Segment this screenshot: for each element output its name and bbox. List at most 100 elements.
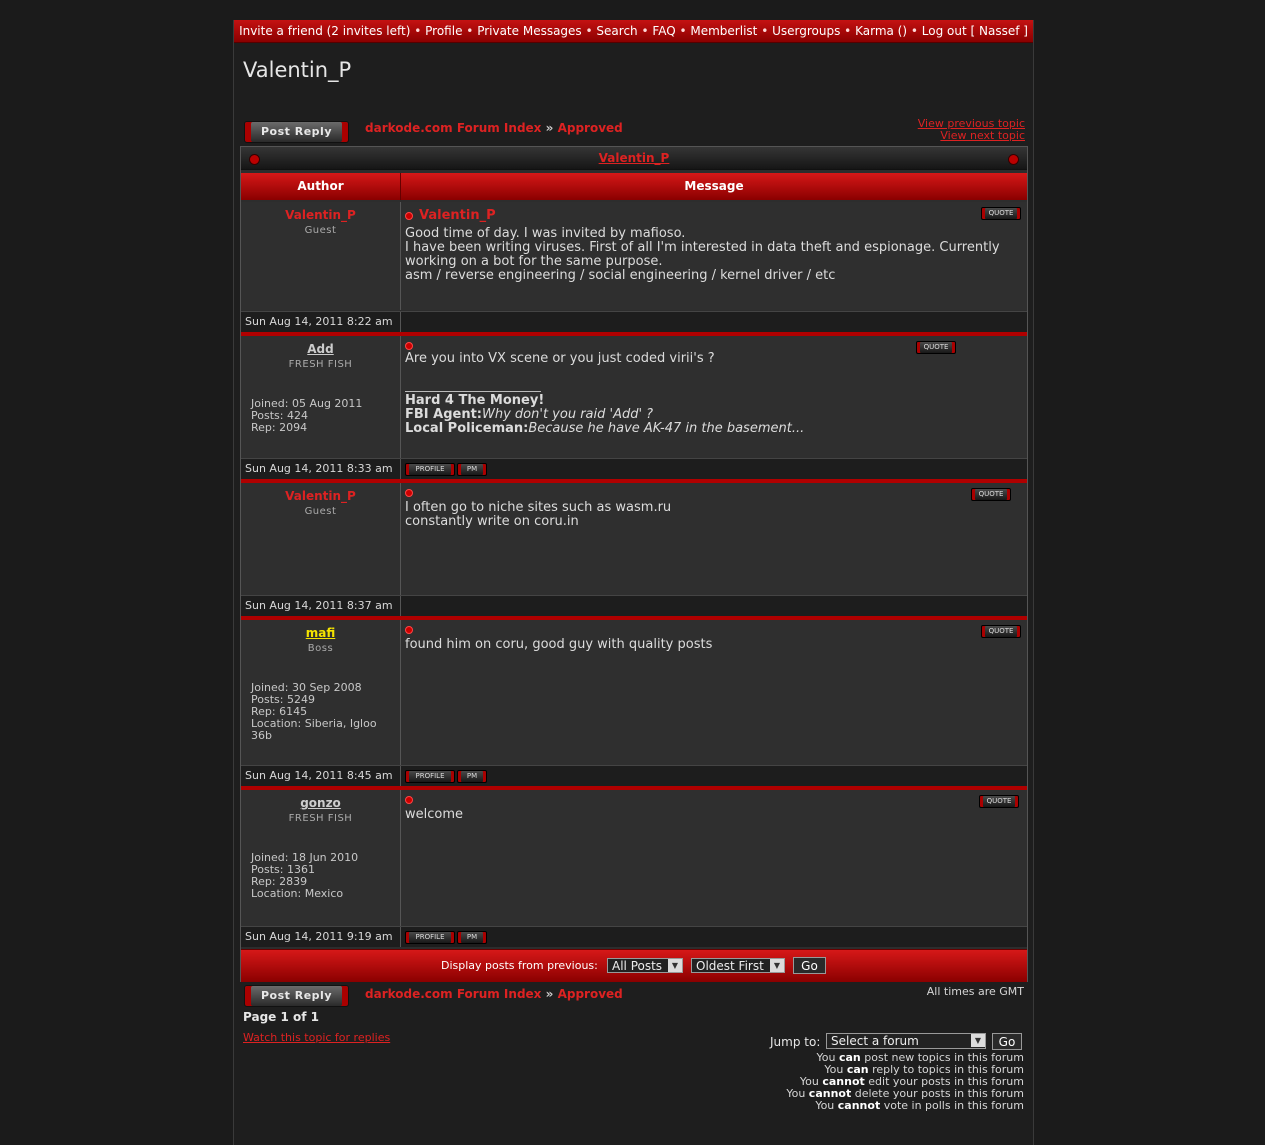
author-column-header: Author [241,173,401,200]
post-author-rank: Guest [304,225,337,236]
post-text-line: Are you into VX scene or you just coded … [405,351,715,366]
topic-navigation: View previous topic View next topic [918,118,1025,142]
column-divider [400,927,401,947]
quote-button[interactable]: QUOTE [981,207,1021,220]
nav-pm-link[interactable]: Private Messages [477,24,582,38]
post-text-line: working on a bot for the same purpose. [405,254,663,269]
profile-button[interactable]: PROFILE [405,931,455,944]
permission-emphasis: cannot [837,1099,881,1112]
page-title: Valentin_P [243,58,352,82]
post-bullet-icon [405,341,413,350]
post-author-cell: Valentin_P Guest [241,202,401,310]
profile-button[interactable]: PROFILE [405,463,455,476]
author-location: Location: Siberia, Igloo 36b [251,717,377,742]
nav-usergroups-link[interactable]: Usergroups [772,24,840,38]
posts-range-select[interactable]: All Posts ▼ [607,958,683,973]
posts-range-value: All Posts [612,959,663,973]
post-author-cell: gonzo FRESH FISH Joined: 18 Jun 2010 Pos… [241,790,401,926]
page-container: Invite a friend (2 invites left) • Profi… [233,20,1034,1145]
post-author-rank: Guest [304,506,337,517]
post-body: welcome [405,808,463,822]
quote-button[interactable]: QUOTE [916,341,956,354]
jump-go-button[interactable]: Go [992,1033,1022,1050]
post-author-rank: FRESH FISH [288,813,353,824]
display-posts-label: Display posts from previous: [441,959,598,972]
post-bullet-icon [405,625,413,634]
nav-logout-link[interactable]: Log out [ Nassef ] [922,24,1028,38]
quote-button[interactable]: QUOTE [979,795,1019,808]
breadcrumb-approved-link[interactable]: Approved [558,987,623,1001]
chevron-down-icon: ▼ [668,959,682,972]
profile-button[interactable]: PROFILE [405,770,455,783]
post-date: Sun Aug 14, 2011 8:45 am [245,769,393,782]
quote-button[interactable]: QUOTE [971,488,1011,501]
nav-separator: • [585,24,593,38]
jump-to-label: Jump to: [770,1035,821,1049]
post-bullet-icon [405,488,413,497]
nav-memberlist-link[interactable]: Memberlist [690,24,757,38]
author-rep: Rep: 2094 [251,421,308,434]
nav-invite-link[interactable]: Invite a friend (2 invites left) [239,24,410,38]
message-column-header: Message [684,179,744,193]
nav-separator: • [844,24,852,38]
nav-separator: • [679,24,687,38]
post-subject-line [405,623,419,637]
pm-button[interactable]: PM [457,931,487,944]
post-signature: Hard 4 The Money! FBI Agent:Why don't yo… [405,394,804,436]
signature-label: FBI Agent: [405,407,483,422]
watch-topic-link[interactable]: Watch this topic for replies [243,1031,390,1044]
sort-order-select[interactable]: Oldest First ▼ [691,958,785,973]
post-author-name-link[interactable]: Add [241,342,400,356]
post-author-name-link[interactable]: mafi [241,626,400,640]
breadcrumb-forum-index-link[interactable]: darkode.com Forum Index [365,121,541,135]
breadcrumb-separator: » [545,121,554,135]
post-author-cell: Add FRESH FISH Joined: 05 Aug 2011 Posts… [241,336,401,458]
post-message-cell: QUOTE welcome [401,790,1027,926]
topic-title-link[interactable]: Valentin_P [599,151,670,165]
permission-text: You [786,1087,809,1100]
display-go-button[interactable]: Go [793,957,826,974]
permission-text: vote in polls in this forum [880,1099,1024,1112]
right-rivet-icon [1008,154,1019,165]
post-text-line: found him on coru, good guy with quality… [405,637,713,652]
signature-text: Why don't you raid 'Add' ? [482,407,654,422]
post-body: I often go to niche sites such as wasm.r… [405,501,671,529]
breadcrumb-approved-link[interactable]: Approved [558,121,623,135]
signature-divider [405,391,541,392]
view-next-topic-link[interactable]: View next topic [918,130,1025,142]
nav-profile-link[interactable]: Profile [425,24,462,38]
column-divider [400,596,401,616]
post-author-rank: Boss [307,643,334,654]
pm-button[interactable]: PM [457,770,487,783]
nav-faq-link[interactable]: FAQ [652,24,675,38]
post-reply-button-bottom[interactable]: Post Reply [244,985,349,1007]
post-text-line: I often go to niche sites such as wasm.r… [405,500,672,515]
post-author-stats: Joined: 05 Aug 2011 Posts: 424 Rep: 2094 [251,398,362,434]
column-divider [400,312,401,332]
quote-button[interactable]: QUOTE [981,625,1021,638]
post-author-name-link[interactable]: gonzo [241,796,400,810]
jump-to-select[interactable]: Select a forum ▼ [826,1033,986,1049]
chevron-down-icon: ▼ [770,959,784,972]
nav-karma-link[interactable]: Karma () [855,24,907,38]
pm-button[interactable]: PM [457,463,487,476]
breadcrumb-forum-index-link[interactable]: darkode.com Forum Index [365,987,541,1001]
post-text-line: Good time of day. I was invited by mafio… [405,226,686,241]
permissions-list: You can post new topics in this forum Yo… [786,1052,1024,1112]
nav-search-link[interactable]: Search [596,24,637,38]
post-author-cell: mafi Boss Joined: 30 Sep 2008 Posts: 524… [241,620,401,765]
post-reply-button[interactable]: Post Reply [244,121,349,143]
column-divider [400,766,401,786]
signature-title: Hard 4 The Money! [405,393,545,408]
post-text-line: welcome [405,807,464,822]
post-footer-row: Sun Aug 14, 2011 8:33 am PROFILE PM [241,458,1027,479]
post-date: Sun Aug 14, 2011 8:37 am [245,599,393,612]
post-subject-line [405,793,419,807]
post-message-cell: Valentin_P QUOTE Good time of day. I was… [401,202,1027,310]
breadcrumb: darkode.com Forum Index » Approved [365,121,623,135]
top-navigation: Invite a friend (2 invites left) • Profi… [234,20,1033,43]
post-body: Are you into VX scene or you just coded … [405,352,715,366]
signature-text: Because he have AK-47 in the basement... [528,421,805,436]
post-subject: Valentin_P [419,208,496,223]
post-date: Sun Aug 14, 2011 9:19 am [245,930,393,943]
